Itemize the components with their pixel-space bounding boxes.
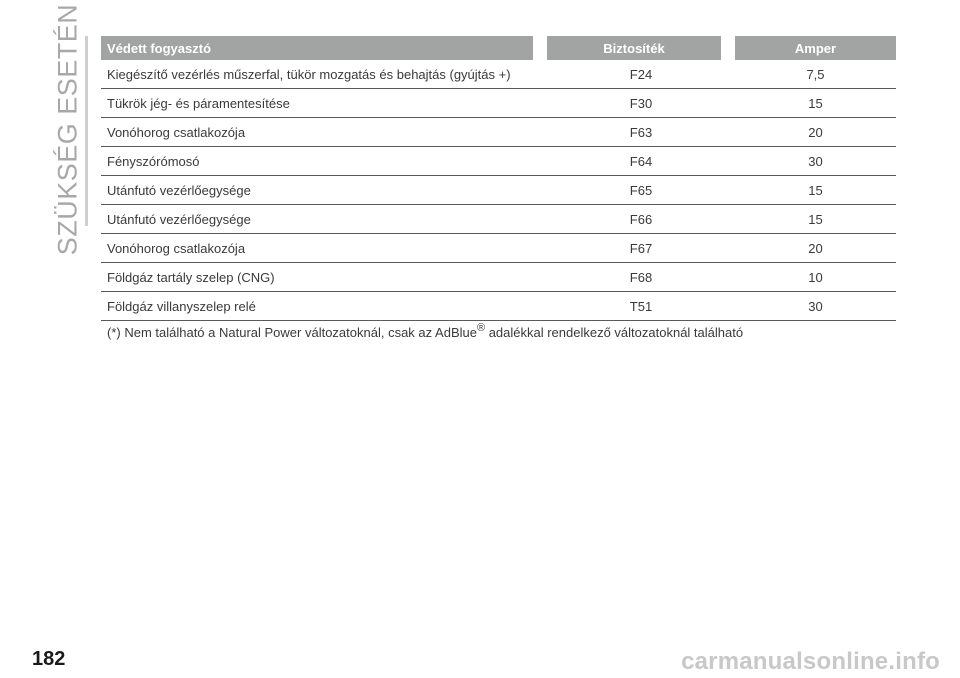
cell-consumer: Földgáz tartály szelep (CNG) <box>101 263 547 292</box>
cell-fuse: F24 <box>547 60 735 89</box>
cell-consumer: Utánfutó vezérlőegysége <box>101 176 547 205</box>
cell-consumer: Földgáz villanyszelep relé <box>101 292 547 321</box>
cell-fuse: F64 <box>547 147 735 176</box>
registered-mark: ® <box>476 322 486 334</box>
table-row: Fényszórómosó F64 30 <box>101 147 896 176</box>
table-row: Kiegészítő vezérlés műszerfal, tükör moz… <box>101 60 896 89</box>
cell-fuse: F30 <box>547 89 735 118</box>
cell-consumer: Vonóhorog csatlakozója <box>101 234 547 263</box>
cell-amp: 10 <box>735 263 896 292</box>
table-row: Utánfutó vezérlőegysége F66 15 <box>101 205 896 234</box>
cell-consumer: Tükrök jég- és páramentesítése <box>101 89 547 118</box>
table-header-row: Védett fogyasztó Biztosíték Amper <box>101 36 896 60</box>
cell-consumer: Kiegészítő vezérlés műszerfal, tükör moz… <box>101 60 547 89</box>
cell-amp: 30 <box>735 292 896 321</box>
watermark: carmanualsonline.info <box>681 648 940 675</box>
table-row: Vonóhorog csatlakozója F63 20 <box>101 118 896 147</box>
cell-fuse: F63 <box>547 118 735 147</box>
cell-amp: 15 <box>735 205 896 234</box>
cell-consumer: Fényszórómosó <box>101 147 547 176</box>
section-title: SZÜKSÉG ESETÉN <box>48 3 88 255</box>
fuse-table: Védett fogyasztó Biztosíték Amper Kiegés… <box>101 36 896 321</box>
cell-amp: 7,5 <box>735 60 896 89</box>
cell-amp: 20 <box>735 234 896 263</box>
footnote-text-end: adalékkal rendelkező változatoknál talál… <box>485 325 744 340</box>
cell-fuse: F66 <box>547 205 735 234</box>
table-row: Földgáz tartály szelep (CNG) F68 10 <box>101 263 896 292</box>
cell-fuse: F68 <box>547 263 735 292</box>
cell-amp: 15 <box>735 176 896 205</box>
table-row: Tükrök jég- és páramentesítése F30 15 <box>101 89 896 118</box>
table-row: Földgáz villanyszelep relé T51 30 <box>101 292 896 321</box>
header-consumer: Védett fogyasztó <box>101 36 547 60</box>
cell-fuse: F67 <box>547 234 735 263</box>
table-row: Vonóhorog csatlakozója F67 20 <box>101 234 896 263</box>
cell-amp: 20 <box>735 118 896 147</box>
cell-fuse: F65 <box>547 176 735 205</box>
footnote: (*) Nem található a Natural Power változ… <box>107 322 897 340</box>
footnote-text: (*) Nem található a Natural Power változ… <box>107 325 477 340</box>
table-row: Utánfutó vezérlőegysége F65 15 <box>101 176 896 205</box>
cell-amp: 30 <box>735 147 896 176</box>
cell-consumer: Utánfutó vezérlőegysége <box>101 205 547 234</box>
header-amp: Amper <box>735 36 896 60</box>
cell-amp: 15 <box>735 89 896 118</box>
page-number: 182 <box>32 648 66 670</box>
section-title-text: SZÜKSÉG ESETÉN <box>52 3 83 255</box>
cell-fuse: T51 <box>547 292 735 321</box>
header-fuse: Biztosíték <box>547 36 735 60</box>
section-divider <box>85 36 88 226</box>
cell-consumer: Vonóhorog csatlakozója <box>101 118 547 147</box>
